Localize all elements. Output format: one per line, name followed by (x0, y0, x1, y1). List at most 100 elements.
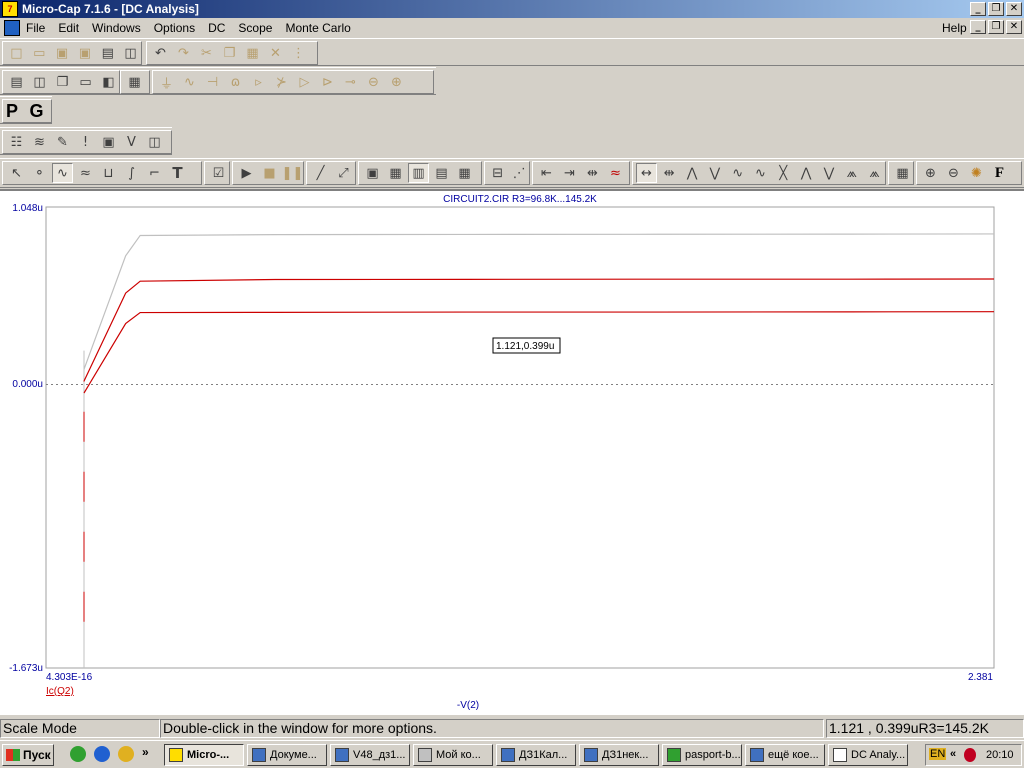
calculator-icon[interactable]: ▦ (124, 72, 145, 92)
task-pasport[interactable]: pasport-b... (662, 744, 742, 766)
child-close-button[interactable]: ✕ (1006, 20, 1022, 34)
cut-icon[interactable]: ✂ (196, 43, 217, 63)
horizontal-axis-icon[interactable]: ⊟ (488, 163, 508, 183)
plot-area[interactable]: CIRCUIT2.CIR R3=96.8K...145.2K 1.048u 0.… (0, 189, 1024, 715)
font-icon[interactable]: F (989, 163, 1010, 183)
zoom-out-icon[interactable]: ⊖ (943, 163, 964, 183)
log-scale-icon[interactable]: ⤢ (333, 163, 354, 183)
save-all-icon[interactable]: ▣ (74, 43, 95, 63)
numeric-output-icon[interactable]: ☷ (6, 132, 27, 152)
data-points-icon[interactable]: ▦ (454, 163, 475, 183)
gate-icon[interactable]: ⊳ (317, 72, 338, 92)
source-icon[interactable]: ⊖ (363, 72, 384, 92)
split-window-icon[interactable]: ◧ (98, 72, 119, 92)
print-preview-icon[interactable]: ◫ (120, 43, 141, 63)
minimize-button[interactable]: _ (970, 2, 986, 16)
select-all-icon[interactable]: ⋮ (288, 43, 309, 63)
menu-file[interactable]: File (26, 21, 45, 35)
task-eshche[interactable]: ещё кое... (745, 744, 825, 766)
transistor-icon[interactable]: ⊁ (271, 72, 292, 92)
quicklaunch-browser-icon[interactable] (70, 746, 86, 762)
global-high-icon[interactable]: ∿ (750, 163, 771, 183)
task-dz1kal[interactable]: ДЗ1Кал... (496, 744, 576, 766)
stop-icon[interactable]: ■ (259, 163, 280, 183)
waveform-icon[interactable]: ≋ (29, 132, 50, 152)
menu-scope[interactable]: Scope (238, 21, 272, 35)
token-icon[interactable]: ▤ (431, 163, 452, 183)
open-file-icon[interactable]: ▭ (29, 43, 50, 63)
chart-window-icon[interactable]: ◫ (144, 132, 165, 152)
minor-grid-icon[interactable]: ▥ (408, 163, 429, 183)
curve-2[interactable] (83, 278, 995, 382)
redo-icon[interactable]: ↷ (173, 43, 194, 63)
g-button[interactable]: G (30, 101, 52, 122)
peak-icon[interactable]: ↔ (636, 163, 657, 183)
switch-icon[interactable]: ⊸ (340, 72, 361, 92)
go-left-icon[interactable]: ⇤ (536, 163, 557, 183)
paste-icon[interactable]: ▦ (242, 43, 263, 63)
next-branch-icon[interactable]: ⇹ (582, 163, 603, 183)
new-file-icon[interactable]: □ (6, 43, 27, 63)
settings-icon[interactable]: ✺ (966, 163, 987, 183)
component-mode-icon[interactable]: ⚬ (29, 163, 50, 183)
probe-icon[interactable]: ✎ (52, 132, 73, 152)
go-right-icon[interactable]: ⇥ (559, 163, 580, 183)
next-curve-icon[interactable]: ≈ (605, 163, 626, 183)
language-indicator[interactable]: EN (929, 748, 947, 760)
quicklaunch-chevron[interactable]: » (142, 745, 149, 759)
app-icon[interactable]: 7 (2, 1, 18, 17)
task-my-computer[interactable]: Мой ко... (413, 744, 493, 766)
properties-icon[interactable]: ☑ (208, 163, 229, 183)
curve-fit-icon[interactable]: ⩕ (864, 163, 885, 183)
fall-icon[interactable]: ⩕ (841, 163, 862, 183)
diode-icon[interactable]: ▹ (248, 72, 269, 92)
menu-options[interactable]: Options (154, 21, 195, 35)
valley-icon[interactable]: ⇹ (659, 163, 680, 183)
limits-icon[interactable]: ▣ (98, 132, 119, 152)
menu-edit[interactable]: Edit (58, 21, 79, 35)
dc-analysis-chart[interactable]: CIRCUIT2.CIR R3=96.8K...145.2K 1.048u 0.… (0, 191, 1024, 717)
quicklaunch-media-icon[interactable] (118, 746, 134, 762)
linear-scale-icon[interactable]: ╱ (310, 163, 331, 183)
task-document[interactable]: Докуме... (247, 744, 327, 766)
save-icon[interactable]: ▣ (52, 43, 73, 63)
copy-icon[interactable]: ❐ (219, 43, 240, 63)
tray-chevron[interactable]: « (950, 748, 956, 760)
text-mode-icon[interactable]: T (167, 163, 188, 183)
point-tag-icon[interactable]: ⊔ (98, 163, 119, 183)
current-source-icon[interactable]: ⊕ (386, 72, 407, 92)
vid-icon[interactable]: V (121, 132, 142, 152)
window-icon[interactable]: ▭ (75, 72, 96, 92)
stepping-icon[interactable]: ! (75, 132, 96, 152)
grid-icon[interactable]: ▦ (385, 163, 406, 183)
menu-help[interactable]: Help (942, 21, 967, 35)
table-icon[interactable]: ▦ (892, 163, 913, 183)
run-icon[interactable]: ▶ (236, 163, 257, 183)
task-v48[interactable]: V48_дз1... (330, 744, 410, 766)
tile-vertical-icon[interactable]: ◫ (29, 72, 50, 92)
quicklaunch-ie-icon[interactable] (94, 746, 110, 762)
tile-horizontal-icon[interactable]: ▤ (6, 72, 27, 92)
global-low-icon[interactable]: ╳ (773, 163, 794, 183)
pause-icon[interactable]: ❚❚ (282, 163, 304, 183)
task-dc-analysis[interactable]: DC Analy... (828, 744, 908, 766)
menu-dc[interactable]: DC (208, 21, 225, 35)
capacitor-icon[interactable]: ⊣ (202, 72, 223, 92)
child-minimize-button[interactable]: _ (970, 20, 986, 34)
delete-icon[interactable]: ✕ (265, 43, 286, 63)
scale-mode-icon[interactable]: ∿ (52, 163, 73, 183)
cursor-align-icon[interactable]: ⋰ (510, 163, 530, 183)
document-icon[interactable] (4, 20, 20, 36)
ground-icon[interactable]: ⏚ (156, 72, 177, 92)
undo-icon[interactable]: ↶ (150, 43, 171, 63)
p-button[interactable]: P (6, 101, 28, 122)
tray-app-icon[interactable] (964, 748, 976, 762)
child-restore-button[interactable]: ❐ (988, 20, 1004, 34)
horizontal-tag-icon[interactable]: ∫ (121, 163, 142, 183)
menu-windows[interactable]: Windows (92, 21, 141, 35)
low-icon[interactable]: ⋁ (704, 163, 725, 183)
task-dz1nek[interactable]: ДЗ1нек... (579, 744, 659, 766)
select-mode-icon[interactable]: ↖ (6, 163, 27, 183)
slope-icon[interactable]: ⋀ (796, 163, 817, 183)
task-microcap[interactable]: Micro-... (164, 744, 244, 766)
